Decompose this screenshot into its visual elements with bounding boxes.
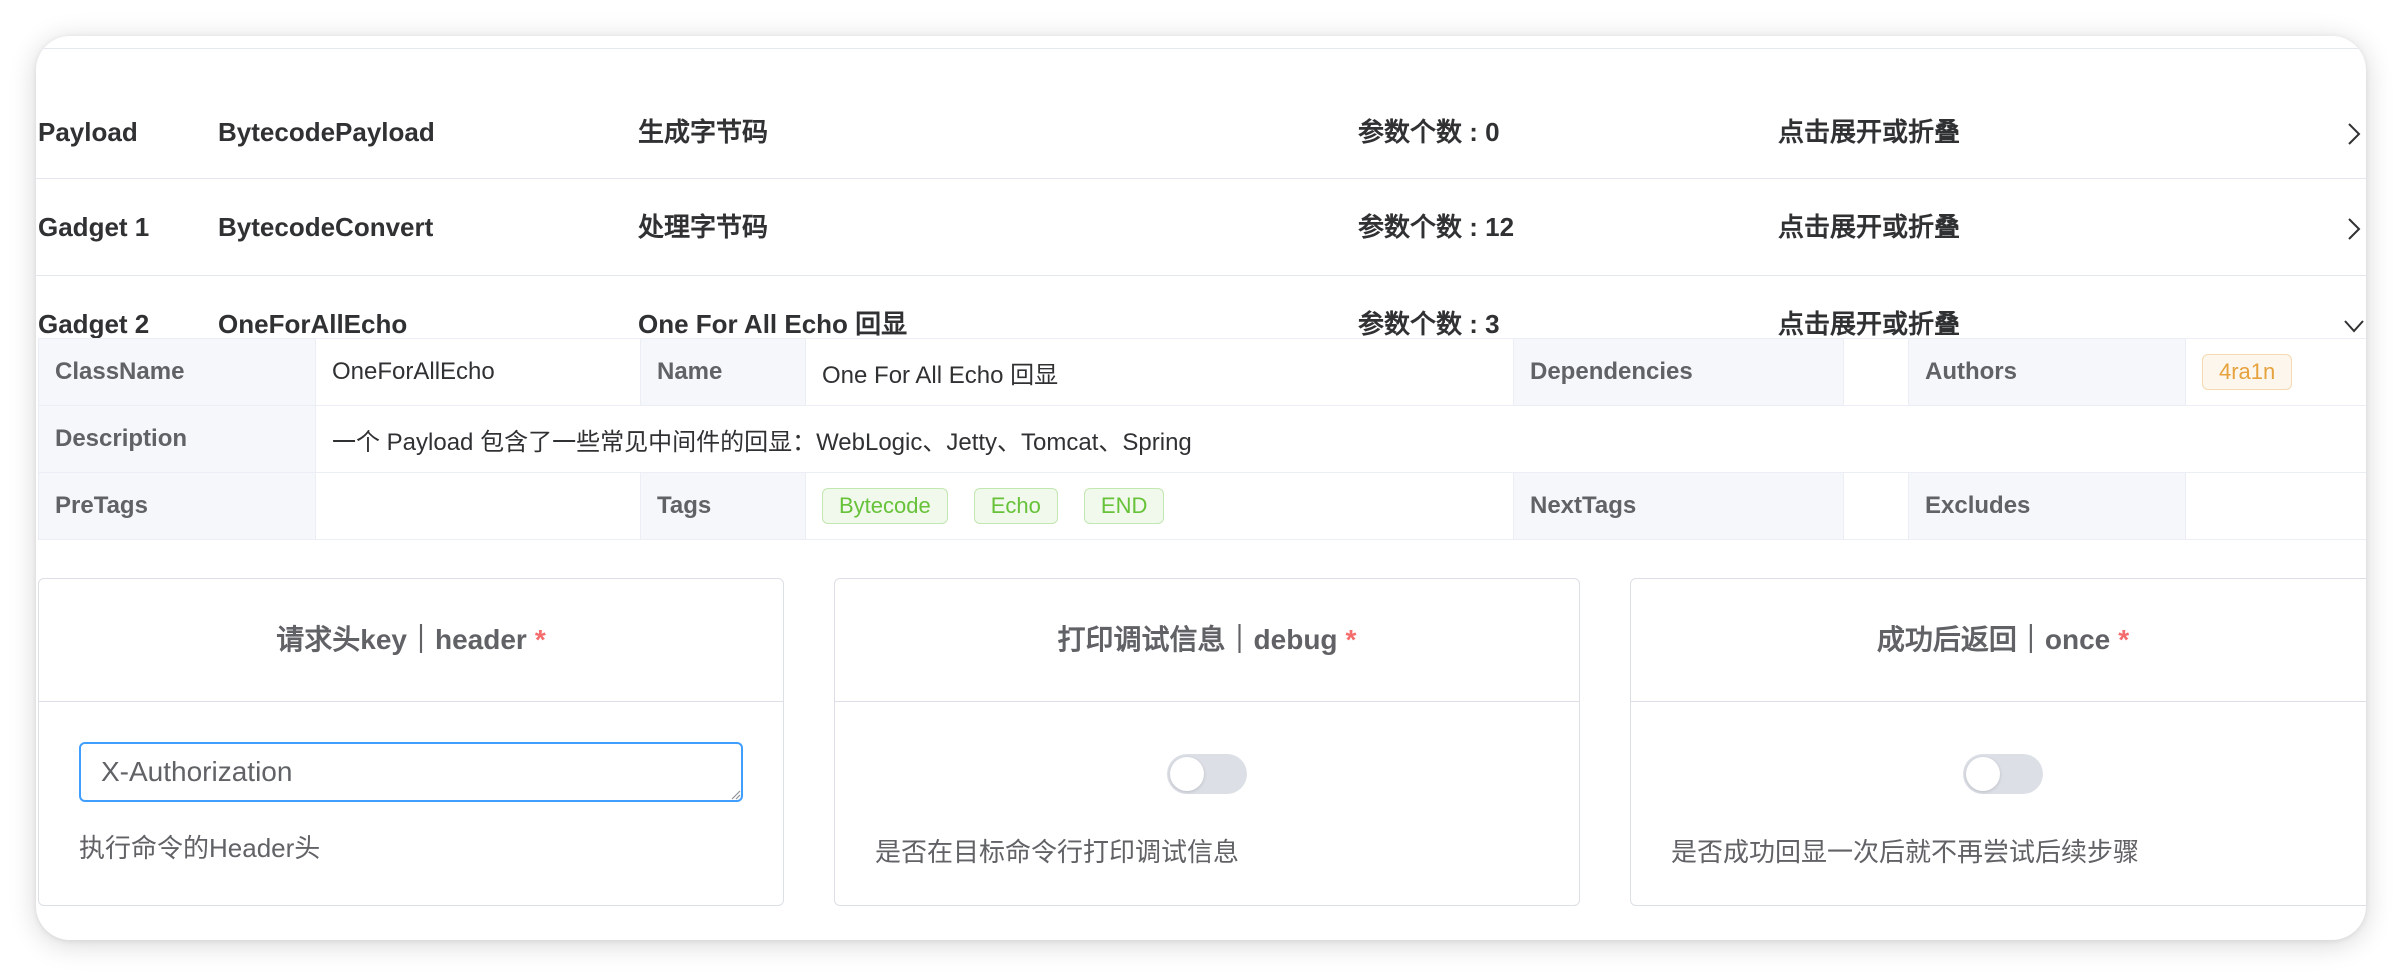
- details-row: PreTags Tags Bytecode Echo END NextTags Ex…: [38, 472, 2366, 540]
- param-hint: 是否在目标命令行打印调试信息: [875, 837, 1240, 867]
- nexttags-value: [1843, 472, 1909, 540]
- param-title: 成功后返回｜once *: [1631, 579, 2366, 702]
- param-title: 打印调试信息｜debug *: [835, 579, 1579, 702]
- tags-value: Bytecode Echo END: [805, 472, 1514, 540]
- excludes-value: [2185, 472, 2366, 540]
- tag-end: END: [1083, 488, 1165, 524]
- pretags-label: PreTags: [38, 472, 316, 540]
- switch-knob: [1170, 757, 1204, 791]
- header-input[interactable]: [79, 742, 743, 802]
- row-class-name: BytecodePayload: [218, 117, 435, 147]
- resize-handle-icon[interactable]: [731, 790, 741, 800]
- tag-echo: Echo: [973, 488, 1058, 524]
- param-body: 是否成功回显一次后就不再尝试后续步骤: [1631, 702, 2366, 905]
- param-panel-once: 成功后返回｜once * 是否成功回显一次后就不再尝试后续步骤: [1630, 578, 2366, 906]
- chevron-right-icon[interactable]: [2342, 84, 2366, 180]
- dependencies-label: Dependencies: [1513, 338, 1844, 406]
- param-title: 请求头key｜header *: [39, 579, 783, 702]
- row-description: 生成字节码: [638, 117, 769, 147]
- authors-label: Authors: [1908, 338, 2186, 406]
- row-toggle-text[interactable]: 点击展开或折叠: [1778, 84, 1960, 180]
- classname-value: OneForAllEcho: [315, 338, 641, 406]
- param-body: 是否在目标命令行打印调试信息: [835, 702, 1579, 905]
- param-hint: 是否成功回显一次后就不再尝试后续步骤: [1671, 837, 2140, 867]
- chain-row-gadget-2[interactable]: Gadget 2 OneForAllEcho One For All Echo …: [36, 276, 2366, 339]
- once-toggle-switch[interactable]: [1963, 754, 2043, 794]
- row-class-name: BytecodeConvert: [218, 212, 434, 242]
- gadget-details-table: ClassName OneForAllEcho Name One For All…: [38, 338, 2366, 540]
- classname-label: ClassName: [38, 338, 316, 406]
- param-body: 执行命令的Header头: [39, 702, 783, 905]
- nexttags-label: NextTags: [1513, 472, 1844, 540]
- dependencies-value: [1843, 338, 1909, 406]
- required-mark: *: [1345, 624, 1357, 655]
- row-toggle-text[interactable]: 点击展开或折叠: [1778, 179, 1960, 275]
- name-label: Name: [640, 338, 806, 406]
- param-title-text: 打印调试信息｜debug: [1057, 624, 1338, 655]
- authors-value: 4ra1n: [2185, 338, 2366, 406]
- details-row: Description 一个 Payload 包含了一些常见中间件的回显：Web…: [38, 405, 2366, 473]
- row-param-count: 参数个数 : 0: [1358, 117, 1500, 147]
- pretags-value: [315, 472, 641, 540]
- chain-row-payload[interactable]: Payload BytecodePayload 生成字节码 参数个数 : 0 点…: [36, 84, 2366, 179]
- chevron-right-icon[interactable]: [2342, 179, 2366, 275]
- row-type: Gadget 1: [38, 212, 150, 242]
- debug-toggle-switch[interactable]: [1167, 754, 1247, 794]
- row-type: Payload: [38, 117, 138, 147]
- param-title-text: 请求头key｜header: [276, 624, 527, 655]
- param-panel-debug: 打印调试信息｜debug * 是否在目标命令行打印调试信息: [834, 578, 1580, 906]
- chain-row-gadget-1[interactable]: Gadget 1 BytecodeConvert 处理字节码 参数个数 : 12…: [36, 179, 2366, 276]
- author-tag: 4ra1n: [2202, 354, 2293, 390]
- row-param-count: 参数个数 : 12: [1358, 212, 1515, 242]
- gadget-chain-card: Payload BytecodePayload 生成字节码 参数个数 : 0 点…: [36, 36, 2366, 940]
- description-value: 一个 Payload 包含了一些常见中间件的回显：WebLogic、Jetty、…: [315, 405, 2366, 473]
- excludes-label: Excludes: [1908, 472, 2186, 540]
- tag-bytecode: Bytecode: [822, 488, 948, 524]
- param-hint: 执行命令的Header头: [79, 833, 321, 863]
- divider: [36, 48, 2366, 49]
- name-value: One For All Echo 回显: [805, 338, 1514, 406]
- details-row: ClassName OneForAllEcho Name One For All…: [38, 338, 2366, 406]
- tags-label: Tags: [640, 472, 806, 540]
- param-title-text: 成功后返回｜once: [1876, 624, 2111, 655]
- required-mark: *: [2118, 624, 2130, 655]
- row-description: 处理字节码: [638, 212, 769, 242]
- param-panel-header: 请求头key｜header* 执行命令的Header头: [38, 578, 784, 906]
- required-mark: *: [534, 624, 546, 655]
- switch-knob: [1966, 757, 2000, 791]
- description-label: Description: [38, 405, 316, 473]
